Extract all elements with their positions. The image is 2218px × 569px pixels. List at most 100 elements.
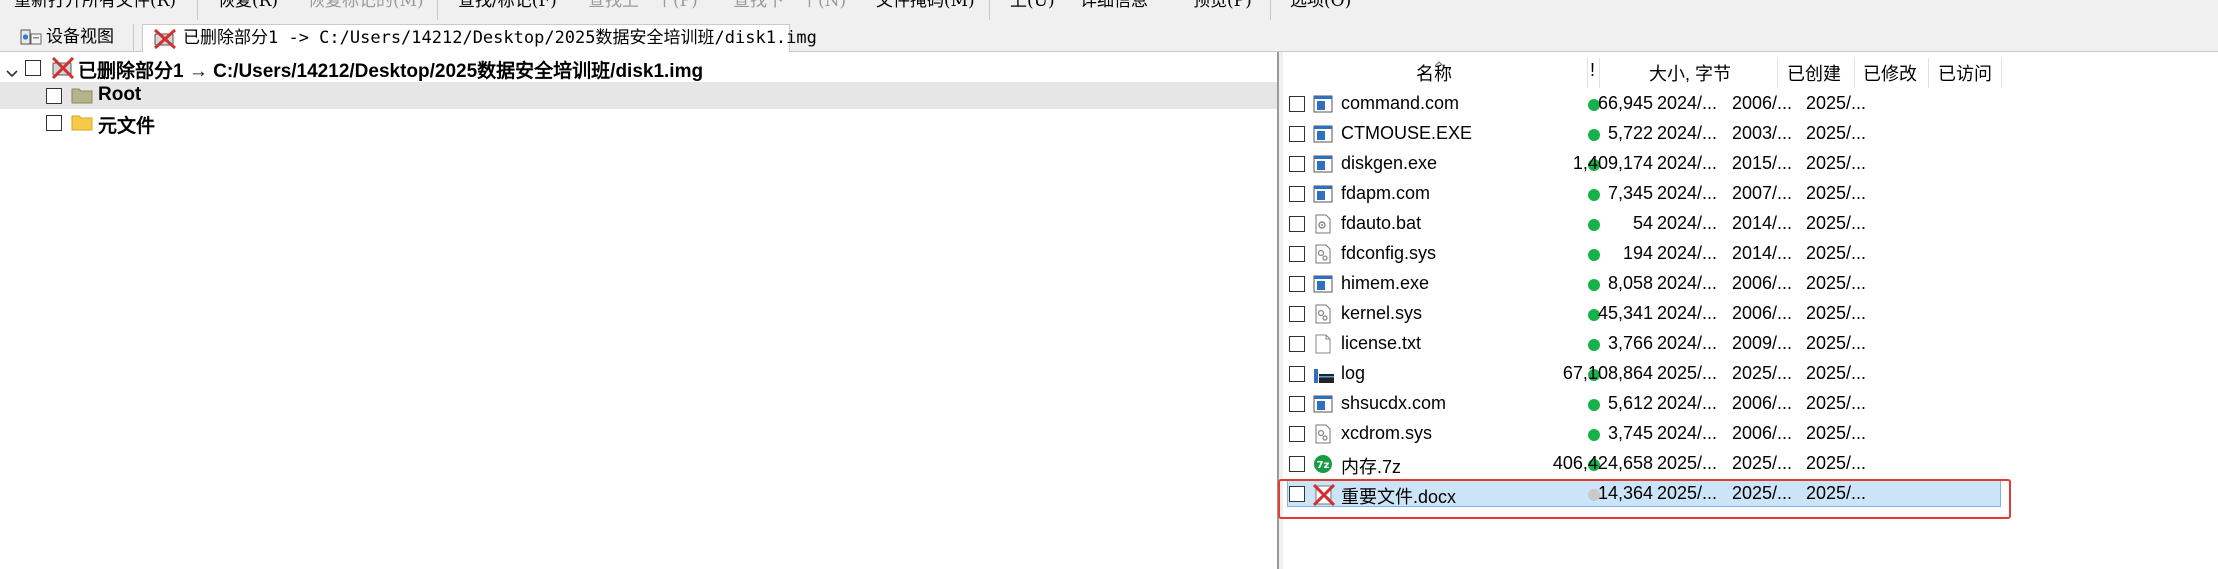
file-modified-date: 2003/... <box>1732 123 1793 143</box>
menu-options[interactable]: 选项(O) <box>1290 0 1351 10</box>
file-modified-date: 2025/... <box>1732 363 1793 383</box>
file-row-checkbox[interactable] <box>1289 96 1305 112</box>
file-accessed-date: 2025/... <box>1806 243 1867 263</box>
archive-7z-icon: 7z <box>1313 454 1333 474</box>
file-modified-date: 2025/... <box>1732 453 1793 473</box>
menu-separator <box>437 0 438 20</box>
file-name: 内存.7z <box>1341 457 1402 477</box>
column-header-accessed[interactable]: 已访问 <box>1938 60 1992 86</box>
file-modified-date: 2014/... <box>1732 243 1793 263</box>
file-accessed-date: 2025/... <box>1806 273 1867 293</box>
file-row[interactable]: 7z 内存.7z 406,424,658 2025/... 2025/... 2025/.… <box>1283 449 2218 479</box>
file-created-date: 2024/... <box>1657 393 1718 413</box>
column-header-created[interactable]: 已创建 <box>1787 60 1841 86</box>
file-row[interactable]: log 67,108,864 2025/... 2025/... 2025/... <box>1283 359 2218 389</box>
file-row[interactable]: diskgen.exe 1,409,174 2024/... 2015/... 2025… <box>1283 149 2218 179</box>
file-accessed-date: 2025/... <box>1806 183 1867 203</box>
menu-up[interactable]: 上(U) <box>1010 0 1055 10</box>
column-header-name[interactable]: 名称 <box>1416 60 1452 86</box>
file-list-header: 名称 ! 大小, 字节 已创建 已修改 已访问 <box>1283 52 2218 89</box>
file-row[interactable]: 重要文件.docx 14,364 2025/... 2025/... 2025/... <box>1283 479 2218 509</box>
column-divider[interactable] <box>1599 58 1600 88</box>
file-created-date: 2024/... <box>1657 333 1718 353</box>
file-row-checkbox[interactable] <box>1289 426 1305 442</box>
column-header-size[interactable]: 大小, 字节 <box>1649 60 1731 86</box>
menu-preview[interactable]: 预览(P) <box>1193 0 1252 10</box>
file-row-checkbox[interactable] <box>1289 336 1305 352</box>
column-divider[interactable] <box>1854 58 1855 88</box>
column-divider[interactable] <box>2001 58 2002 88</box>
column-header-modified[interactable]: 已修改 <box>1863 60 1917 86</box>
file-modified-date: 2006/... <box>1732 93 1793 113</box>
file-name: fdapm.com <box>1341 183 1431 203</box>
file-row[interactable]: license.txt 3,766 2024/... 2009/... 2025/... <box>1283 329 2218 359</box>
tree-node-root[interactable]: Root <box>0 82 1277 109</box>
file-row[interactable]: fdconfig.sys 194 2024/... 2014/... 2025/... <box>1283 239 2218 269</box>
file-created-date: 2025/... <box>1657 483 1718 503</box>
file-row-checkbox[interactable] <box>1289 186 1305 202</box>
file-accessed-date: 2025/... <box>1806 213 1867 233</box>
menu-find-next[interactable]: 查找下一个(N) <box>733 0 846 10</box>
folder-icon <box>71 113 93 137</box>
file-modified-date: 2006/... <box>1732 273 1793 293</box>
file-list-pane[interactable]: 名称 ! 大小, 字节 已创建 已修改 已访问 command.com 66,94… <box>1283 52 2218 569</box>
menu-find-mark[interactable]: 查找/标记(F) <box>458 0 557 10</box>
file-row-checkbox[interactable] <box>1289 126 1305 142</box>
menu-details[interactable]: 详细信息 <box>1080 0 1148 10</box>
menu-reopen-all-files[interactable]: 重新打开所有文件(R) <box>14 0 176 10</box>
column-divider[interactable] <box>1928 58 1929 88</box>
tree-node-partition[interactable]: 已删除部分1 → C:/Users/14212/Desktop/2025数据安全… <box>0 54 1277 82</box>
file-row[interactable]: fdapm.com 7,345 2024/... 2007/... 2025/... <box>1283 179 2218 209</box>
file-row[interactable]: command.com 66,945 2024/... 2006/... 2025/..… <box>1283 89 2218 119</box>
file-modified-date: 2007/... <box>1732 183 1793 203</box>
tab-deleted-partition[interactable]: 已删除部分1 -> C:/Users/14212/Desktop/2025数据安… <box>142 24 817 52</box>
tab-device-view-label: 设备视图 <box>46 27 114 47</box>
executable-icon <box>1313 274 1333 294</box>
system-file-icon <box>1313 424 1333 444</box>
file-row-checkbox[interactable] <box>1289 156 1305 172</box>
file-name: himem.exe <box>1341 273 1430 293</box>
menu-recover[interactable]: 恢复(R) <box>218 0 278 10</box>
menu-separator <box>1270 0 1271 20</box>
file-created-date: 2024/... <box>1657 243 1718 263</box>
file-row[interactable]: xcdrom.sys 3,745 2024/... 2006/... 2025/... <box>1283 419 2218 449</box>
menu-recover-marked[interactable]: 恢复标记的(M) <box>308 0 424 10</box>
file-row[interactable]: kernel.sys 45,341 2024/... 2006/... 2025/... <box>1283 299 2218 329</box>
file-row-checkbox[interactable] <box>1289 306 1305 322</box>
file-row[interactable]: CTMOUSE.EXE 5,722 2024/... 2003/... 2025/... <box>1283 119 2218 149</box>
column-divider[interactable] <box>1777 58 1778 88</box>
file-accessed-date: 2025/... <box>1806 393 1867 413</box>
status-dot-green <box>1588 249 1600 261</box>
file-row-checkbox[interactable] <box>1289 486 1305 502</box>
file-row-checkbox[interactable] <box>1289 366 1305 382</box>
file-row-checkbox[interactable] <box>1289 216 1305 232</box>
column-header-flag[interactable]: ! <box>1590 60 1595 81</box>
file-row-checkbox[interactable] <box>1289 246 1305 262</box>
file-name: diskgen.exe <box>1341 153 1438 173</box>
menu-find-previous[interactable]: 查找上一个(P) <box>588 0 698 10</box>
menu-file-mask[interactable]: 文件掩码(M) <box>876 0 975 10</box>
file-accessed-date: 2025/... <box>1806 483 1867 503</box>
file-accessed-date: 2025/... <box>1806 303 1867 323</box>
tree-node-root-checkbox[interactable] <box>46 88 62 104</box>
tab-deleted-partition-label: 已删除部分1 -> C:/Users/14212/Desktop/2025数据安… <box>183 28 817 48</box>
text-file-icon <box>1313 334 1333 354</box>
tree-node-partition-checkbox[interactable] <box>25 60 41 76</box>
file-created-date: 2024/... <box>1657 303 1718 323</box>
tree-node-metafiles-checkbox[interactable] <box>46 115 62 131</box>
status-dot-green <box>1588 129 1600 141</box>
file-row[interactable]: fdauto.bat 54 2024/... 2014/... 2025/... <box>1283 209 2218 239</box>
file-name: fdconfig.sys <box>1341 243 1437 263</box>
file-row-checkbox[interactable] <box>1289 396 1305 412</box>
file-row-checkbox[interactable] <box>1289 276 1305 292</box>
menu-separator <box>989 0 990 20</box>
tree-pane[interactable]: 已删除部分1 → C:/Users/14212/Desktop/2025数据安全… <box>0 52 1279 569</box>
status-dot-green <box>1588 279 1600 291</box>
file-row-checkbox[interactable] <box>1289 456 1305 472</box>
file-row[interactable]: himem.exe 8,058 2024/... 2006/... 2025/... <box>1283 269 2218 299</box>
file-row[interactable]: shsucdx.com 5,612 2024/... 2006/... 2025/... <box>1283 389 2218 419</box>
file-accessed-date: 2025/... <box>1806 93 1867 113</box>
column-divider[interactable] <box>1587 58 1588 88</box>
tab-device-view[interactable]: 设备视图 <box>16 24 134 51</box>
tree-node-metafiles[interactable]: 元文件 <box>0 109 1277 137</box>
